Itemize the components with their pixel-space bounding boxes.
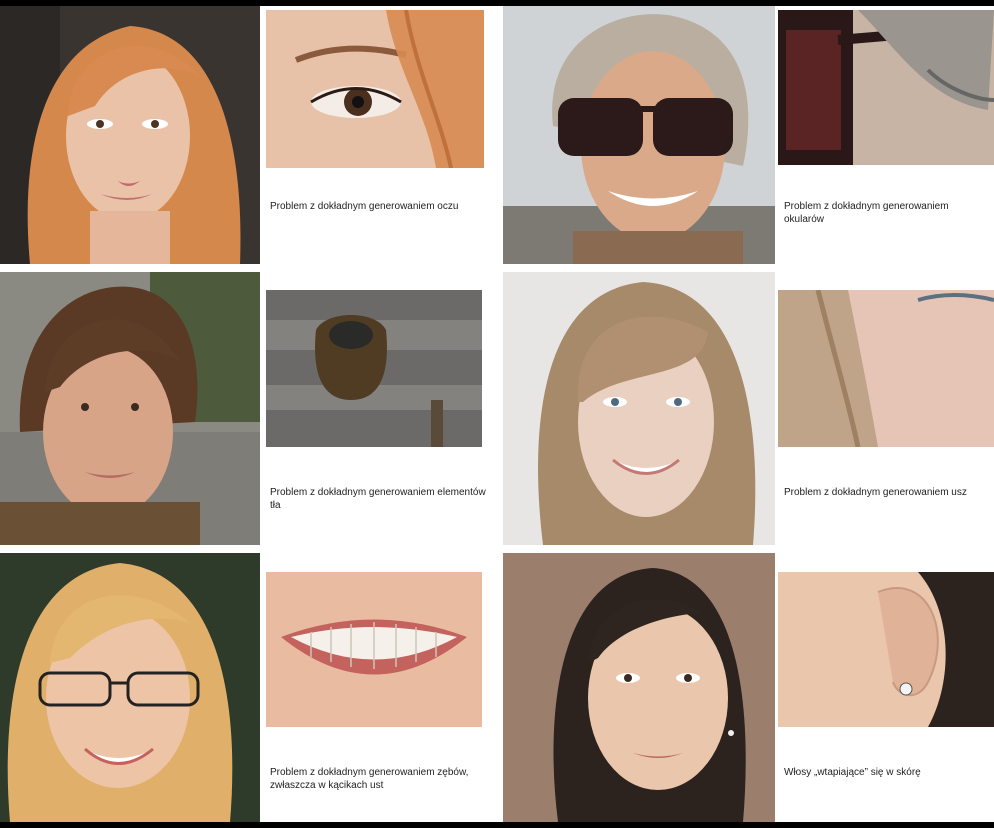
caption-3: Problem z dokładnym generowaniem element… [270, 487, 486, 511]
caption-box-1: Problem z dokładnym generowaniem oczu [262, 200, 494, 240]
caption-box-4: Problem z dokładnym generowaniem usz [776, 486, 994, 506]
woman-red-hair-photo [0, 6, 260, 264]
earring-closeup-photo [778, 572, 994, 727]
caption-5: Problem z dokładnym generowaniem zębów, … [270, 767, 469, 791]
caption-2: Problem z dokładnym generowaniem okularó… [784, 201, 949, 225]
woman-glasses-photo [0, 553, 260, 822]
ear-closeup-photo [778, 290, 994, 447]
caption-box-2: Problem z dokładnym generowaniem okularó… [776, 200, 994, 240]
collage: Problem z dokładnym generowaniem oczu Pr… [0, 0, 994, 828]
teeth-closeup-photo [266, 572, 482, 727]
background-closeup-photo [266, 290, 482, 447]
caption-1: Problem z dokładnym generowaniem oczu [270, 201, 459, 212]
man-sunglasses-photo [503, 6, 775, 264]
caption-box-3: Problem z dokładnym generowaniem element… [262, 486, 494, 522]
glasses-closeup-photo [778, 10, 994, 165]
woman-fringe-photo [503, 272, 775, 545]
caption-box-6: Włosy „wtapiające” się w skórę [776, 766, 994, 786]
caption-6: Włosy „wtapiające” się w skórę [784, 767, 921, 778]
woman-short-brown-hair-photo [0, 272, 260, 545]
eye-closeup-photo [266, 10, 484, 168]
caption-4: Problem z dokładnym generowaniem usz [784, 487, 967, 498]
caption-box-5: Problem z dokładnym generowaniem zębów, … [262, 766, 494, 802]
woman-dark-hair-photo [503, 553, 775, 822]
